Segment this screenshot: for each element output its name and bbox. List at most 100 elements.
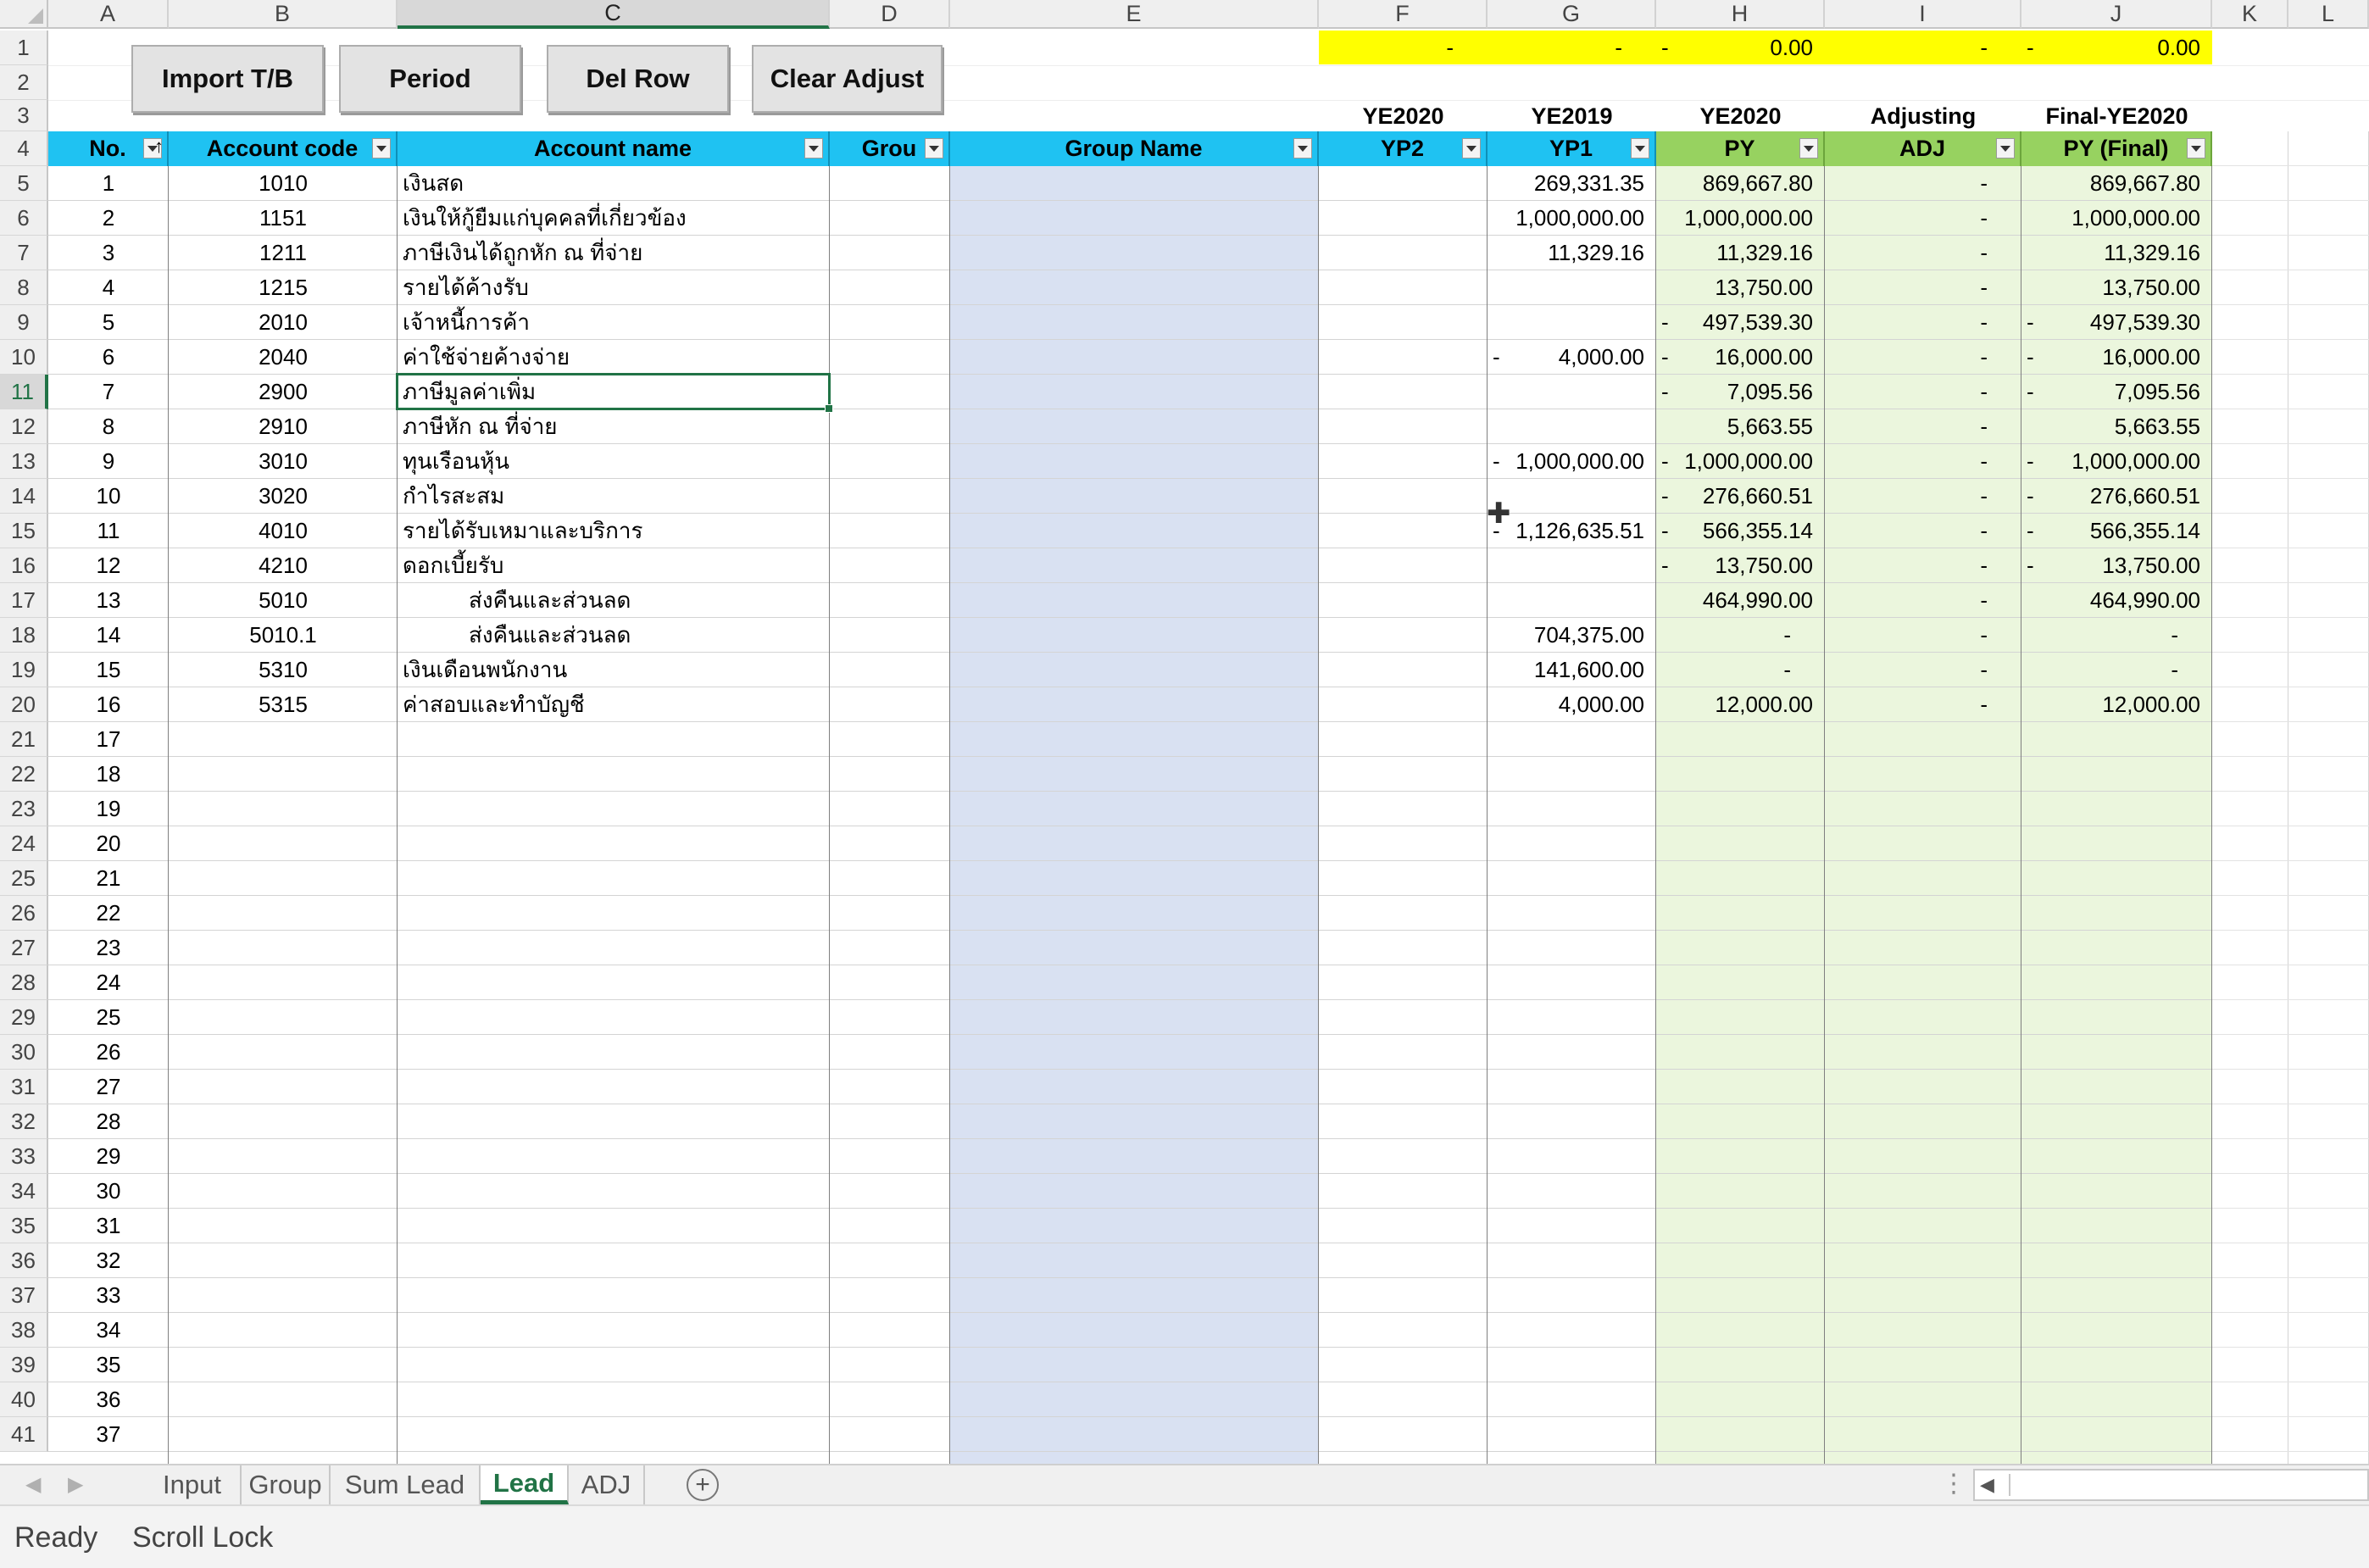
header-account-code[interactable]: Account code xyxy=(169,131,398,166)
filter-dropdown-icon[interactable] xyxy=(372,138,391,158)
sheet-tab-group[interactable]: Group xyxy=(242,1465,331,1504)
scrollbar-thumb[interactable] xyxy=(2009,1474,2366,1496)
header-group[interactable]: Grou xyxy=(830,131,950,166)
row-header-38[interactable]: 38 xyxy=(0,1313,48,1348)
filter-dropdown-icon[interactable] xyxy=(1996,138,2015,158)
sheet-tab-sum-lead[interactable]: Sum Lead xyxy=(331,1465,481,1504)
row-header-21[interactable]: 21 xyxy=(0,722,48,757)
cell-account-name[interactable]: ส่งคืนและส่วนลด xyxy=(398,618,830,653)
column-header-a[interactable]: A xyxy=(48,0,169,29)
cell-account-name[interactable]: ดอกเบี้ยรับ xyxy=(398,548,830,583)
clear-adjust-button[interactable]: Clear Adjust xyxy=(752,45,943,113)
cell-account-name[interactable]: รายได้รับเหมาและบริการ xyxy=(398,514,830,548)
row-header-20[interactable]: 20 xyxy=(0,687,48,722)
row-header-25[interactable]: 25 xyxy=(0,861,48,896)
row-header-4[interactable]: 4 xyxy=(0,131,48,166)
row-header-34[interactable]: 34 xyxy=(0,1174,48,1209)
row-header-7[interactable]: 7 xyxy=(0,236,48,270)
row-header-3[interactable]: 3 xyxy=(0,100,48,131)
cell-account-name[interactable]: ทุนเรือนหุ้น xyxy=(398,444,830,479)
column-header-h[interactable]: H xyxy=(1656,0,1825,29)
header-py-final[interactable]: PY (Final) xyxy=(2021,131,2212,166)
tab-split-handle-icon[interactable]: ⋮ xyxy=(1941,1469,1966,1498)
row-header-27[interactable]: 27 xyxy=(0,931,48,965)
row-header-30[interactable]: 30 xyxy=(0,1035,48,1070)
scroll-tabs-right-icon[interactable]: ▶ xyxy=(68,1472,83,1497)
scroll-tabs-left-icon[interactable]: ◀ xyxy=(25,1472,41,1497)
row-header-29[interactable]: 29 xyxy=(0,1000,48,1035)
row-header-8[interactable]: 8 xyxy=(0,270,48,305)
cell-account-name[interactable]: ส่งคืนและส่วนลด xyxy=(398,583,830,618)
active-cell-selection[interactable] xyxy=(396,373,833,413)
cell-account-name[interactable]: ภาษีหัก ณ ที่จ่าย xyxy=(398,409,830,444)
column-header-j[interactable]: J xyxy=(2021,0,2212,29)
header-adj[interactable]: ADJ xyxy=(1825,131,2021,166)
row-header-40[interactable]: 40 xyxy=(0,1382,48,1417)
row-header-35[interactable]: 35 xyxy=(0,1209,48,1243)
column-header-c[interactable]: C xyxy=(398,0,830,29)
period-button[interactable]: Period xyxy=(339,45,521,113)
header-account-name[interactable]: Account name xyxy=(398,131,830,166)
header-py[interactable]: PY xyxy=(1656,131,1825,166)
cell-account-name[interactable]: ค่าใช้จ่ายค้างจ่าย xyxy=(398,340,830,375)
row-header-22[interactable]: 22 xyxy=(0,757,48,792)
spreadsheet-grid[interactable]: A B C D E F G H I J K L 1 2 3 4 5 6 7 8 9 10 11 12 13 14 15 16 17 18 1… xyxy=(0,0,2369,1464)
row-header-28[interactable]: 28 xyxy=(0,965,48,1000)
cell-account-name[interactable]: ภาษีเงินได้ถูกหัก ณ ที่จ่าย xyxy=(398,236,830,270)
header-group-name[interactable]: Group Name xyxy=(950,131,1319,166)
sheet-tab-adj[interactable]: ADJ xyxy=(569,1465,645,1504)
row-header-31[interactable]: 31 xyxy=(0,1070,48,1104)
column-header-b[interactable]: B xyxy=(169,0,398,29)
filter-dropdown-icon[interactable] xyxy=(925,138,943,158)
row-header-18[interactable]: 18 xyxy=(0,618,48,653)
column-header-f[interactable]: F xyxy=(1319,0,1488,29)
row-header-24[interactable]: 24 xyxy=(0,826,48,861)
row-header-9[interactable]: 9 xyxy=(0,305,48,340)
new-sheet-button[interactable]: + xyxy=(687,1469,719,1501)
row-header-23[interactable]: 23 xyxy=(0,792,48,826)
del-row-button[interactable]: Del Row xyxy=(547,45,729,113)
column-header-e[interactable]: E xyxy=(950,0,1319,29)
row-header-6[interactable]: 6 xyxy=(0,201,48,236)
header-yp2[interactable]: YP2 xyxy=(1319,131,1488,166)
filter-dropdown-icon[interactable] xyxy=(1293,138,1312,158)
row-header-14[interactable]: 14 xyxy=(0,479,48,514)
row-header-33[interactable]: 33 xyxy=(0,1139,48,1174)
row-header-13[interactable]: 13 xyxy=(0,444,48,479)
row-header-36[interactable]: 36 xyxy=(0,1243,48,1278)
column-header-d[interactable]: D xyxy=(830,0,950,29)
row-header-1[interactable]: 1 xyxy=(0,31,48,65)
row-header-5[interactable]: 5 xyxy=(0,166,48,201)
row-header-17[interactable]: 17 xyxy=(0,583,48,618)
row-header-41[interactable]: 41 xyxy=(0,1417,48,1452)
column-header-i[interactable]: I xyxy=(1825,0,2021,29)
filter-dropdown-icon[interactable] xyxy=(1462,138,1481,158)
row-header-11[interactable]: 11 xyxy=(0,375,48,409)
filter-dropdown-icon[interactable] xyxy=(1799,138,1818,158)
row-header-10[interactable]: 10 xyxy=(0,340,48,375)
cell-account-name[interactable]: เงินเดือนพนักงาน xyxy=(398,653,830,687)
filter-dropdown-icon[interactable] xyxy=(1631,138,1649,158)
cell-account-name[interactable]: รายได้ค้างรับ xyxy=(398,270,830,305)
row-header-26[interactable]: 26 xyxy=(0,896,48,931)
row-header-2[interactable]: 2 xyxy=(0,65,48,100)
filter-dropdown-icon[interactable] xyxy=(804,138,823,158)
row-header-37[interactable]: 37 xyxy=(0,1278,48,1313)
select-all-corner[interactable] xyxy=(0,0,48,29)
row-header-15[interactable]: 15 xyxy=(0,514,48,548)
column-header-k[interactable]: K xyxy=(2212,0,2288,29)
header-no[interactable]: No. xyxy=(48,131,169,166)
column-header-g[interactable]: G xyxy=(1488,0,1656,29)
row-header-19[interactable]: 19 xyxy=(0,653,48,687)
header-yp1[interactable]: YP1 xyxy=(1488,131,1656,166)
row-header-39[interactable]: 39 xyxy=(0,1348,48,1382)
column-header-l[interactable]: L xyxy=(2288,0,2369,29)
cell-account-name[interactable]: เงินสด xyxy=(398,166,830,201)
sheet-tab-input[interactable]: Input xyxy=(144,1465,242,1504)
import-button[interactable]: Import T/B xyxy=(131,45,324,113)
scroll-left-icon[interactable]: ◀ xyxy=(1980,1474,1994,1496)
cell-account-name[interactable]: กำไรสะสม xyxy=(398,479,830,514)
horizontal-scrollbar[interactable]: ◀ xyxy=(1973,1469,2369,1501)
row-header-32[interactable]: 32 xyxy=(0,1104,48,1139)
cell-account-name[interactable]: ค่าสอบและทำบัญชี xyxy=(398,687,830,722)
